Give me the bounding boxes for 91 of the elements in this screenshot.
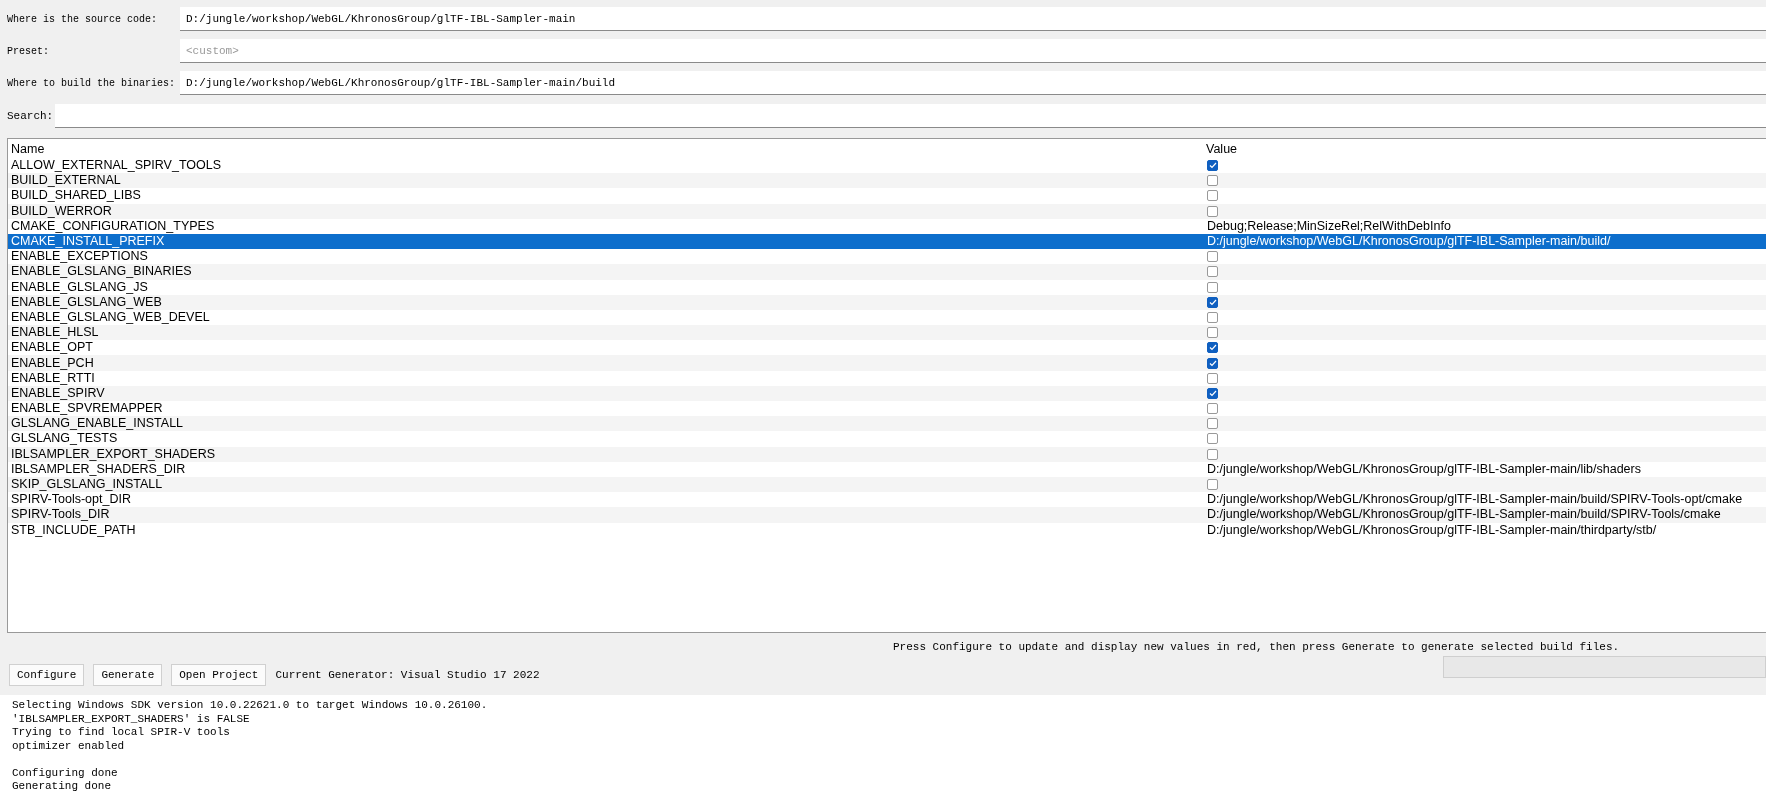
table-row[interactable]: IBLSAMPLER_SHADERS_DIR D:/jungle/workshop/WebGL/KhronosGroup/glTF-IBL-Sampler-main/lib/shaders [8,461,1766,477]
path-field[interactable]: D:/jungle/workshop/WebGL/KhronosGroup/glTF-IBL-Sampler-main [180,7,1766,31]
table-row[interactable]: SPIRV-Tools_DIR D:/jungle/workshop/WebGL/KhronosGroup/glTF-IBL-Sampler-main/build/SPIRV-Tools/cmake [8,507,1766,523]
checkbox[interactable] [1207,433,1218,445]
checkbox[interactable] [1207,448,1218,460]
checkbox[interactable] [1207,281,1218,293]
action-button[interactable]: Open Project [171,664,267,686]
table-cell-text: CMAKE_INSTALL_PREFIX [10,234,166,250]
table-cell-text: D:/jungle/workshop/WebGL/KhronosGroup/glTF-IBL-Sampler-main/build/SPIRV-Tools-opt/cmake [1206,492,1744,508]
table-cell-text: D:/jungle/workshop/WebGL/KhronosGroup/glTF-IBL-Sampler-main/build/SPIRV-Tools/cmake [1206,507,1722,523]
checkbox[interactable] [1207,205,1218,217]
table-cell-text: D:/jungle/workshop/WebGL/KhronosGroup/glTF-IBL-Sampler-main/thirdparty/stb/ [1206,522,1658,538]
table-cell-text: ALLOW_EXTERNAL_SPIRV_TOOLS [10,158,223,174]
column-header[interactable]: Name [8,142,1203,156]
table-row[interactable]: ENABLE_GLSLANG_JS [8,279,1766,295]
table-row[interactable]: ENABLE_SPIRV [8,385,1766,401]
table-row[interactable]: SKIP_GLSLANG_INSTALL [8,476,1766,493]
table-cell-text: ENABLE_GLSLANG_JS [10,279,149,295]
checkbox[interactable] [1207,296,1218,308]
table-row[interactable]: ENABLE_OPT [8,340,1766,356]
checkbox[interactable] [1207,372,1218,384]
table-cell-text: ENABLE_SPIRV [10,385,106,401]
table-cell-text: BUILD_EXTERNAL [10,173,122,189]
table-cell-text: ENABLE_SPVREMAPPER [10,401,164,417]
table-cell-text: D:/jungle/workshop/WebGL/KhronosGroup/glTF-IBL-Sampler-main/build/ [1206,234,1612,250]
table-row[interactable]: BUILD_SHARED_LIBS [8,188,1766,204]
table-row[interactable]: ENABLE_RTTI [8,370,1766,386]
table-row[interactable]: ALLOW_EXTERNAL_SPIRV_TOOLS [8,158,1766,174]
checkbox[interactable] [1207,357,1218,369]
path-field[interactable]: <custom> [180,39,1766,63]
generator-label: Current Generator: Visual Studio 17 2022 [275,669,540,681]
checkbox[interactable] [1207,327,1218,339]
column-header[interactable]: Value [1203,142,1766,156]
checkbox[interactable] [1207,160,1218,172]
table-row[interactable]: IBLSAMPLER_EXPORT_SHADERS [8,446,1766,462]
table-cell-text: SPIRV-Tools_DIR [10,507,111,523]
checkbox[interactable] [1207,266,1218,278]
table-cell-text: IBLSAMPLER_EXPORT_SHADERS [10,446,216,462]
table-cell-text: GLSLANG_TESTS [10,431,119,447]
table-row[interactable]: ENABLE_SPVREMAPPER [8,401,1766,417]
table-row[interactable]: BUILD_EXTERNAL [8,173,1766,189]
table-row[interactable]: GLSLANG_TESTS [8,431,1766,447]
field-label: Preset: [6,45,50,57]
hint-text: Press Configure to update and display new values in red, then press Generate to generate selected build files. [893,640,1620,653]
checkbox[interactable] [1207,251,1218,263]
action-button[interactable]: Configure [9,664,85,686]
checkbox[interactable] [1207,403,1218,415]
table-row[interactable]: GLSLANG_ENABLE_INSTALL [8,416,1766,432]
checkbox[interactable] [1207,418,1218,430]
table-cell-text: ENABLE_GLSLANG_BINARIES [10,264,193,280]
table-row[interactable]: ENABLE_GLSLANG_BINARIES [8,264,1766,280]
search-field[interactable] [55,104,1766,128]
table-cell-text: STB_INCLUDE_PATH [10,522,137,538]
table-cell-text: SPIRV-Tools-opt_DIR [10,492,132,508]
field-label: Where is the source code: [6,13,159,25]
table-row[interactable]: BUILD_WERROR [8,203,1766,219]
table-cell-text: ENABLE_OPT [10,340,94,356]
table-row[interactable]: CMAKE_INSTALL_PREFIX D:/jungle/workshop/WebGL/KhronosGroup/glTF-IBL-Sampler-main/build/ [8,233,1766,250]
table-cell-text: CMAKE_CONFIGURATION_TYPES [10,218,216,234]
table-cell-text: D:/jungle/workshop/WebGL/KhronosGroup/glTF-IBL-Sampler-main/lib/shaders [1206,461,1642,477]
table-cell-text: BUILD_WERROR [10,203,113,219]
table-row[interactable]: ENABLE_EXCEPTIONS [8,249,1766,265]
table-row[interactable]: STB_INCLUDE_PATH D:/jungle/workshop/WebGL/KhronosGroup/glTF-IBL-Sampler-main/thirdparty/stb/ [8,522,1766,538]
table-cell-text: ENABLE_RTTI [10,370,96,386]
table-cell-text: GLSLANG_ENABLE_INSTALL [10,416,185,432]
checkbox[interactable] [1207,175,1218,187]
table-row[interactable]: ENABLE_PCH [8,355,1766,371]
table-row[interactable]: ENABLE_HLSL [8,325,1766,341]
checkbox[interactable] [1207,311,1218,323]
checkbox[interactable] [1207,387,1218,399]
table-cell-text: ENABLE_HLSL [10,325,100,341]
field-label: Where to build the binaries: [6,77,177,89]
action-button[interactable]: Generate [93,664,163,686]
checkbox[interactable] [1207,190,1218,202]
checkbox[interactable] [1207,479,1218,491]
search-label: Search: [6,110,55,122]
table-row[interactable]: ENABLE_GLSLANG_WEB [8,294,1766,310]
table-cell-text: ENABLE_GLSLANG_WEB_DEVEL [10,309,211,325]
path-field[interactable]: D:/jungle/workshop/WebGL/KhronosGroup/glTF-IBL-Sampler-main/build [180,71,1766,95]
table-cell-text: Debug;Release;MinSizeRel;RelWithDebInfo [1206,218,1452,234]
table-cell-text: BUILD_SHARED_LIBS [10,188,142,204]
table-row[interactable]: CMAKE_CONFIGURATION_TYPES Debug;Release;MinSizeRel;RelWithDebInfo [8,218,1766,234]
table-cell-text: IBLSAMPLER_SHADERS_DIR [10,461,187,477]
output-log: Selecting Windows SDK version 10.0.22621.0 to target Windows 10.0.26100. 'IBLSAMPLER_EXPORT_SHADERS' is FALSE Trying to find local SPIR-V tools optimizer enabled Configuring done Generating done [0,695,1766,802]
table-cell-text: ENABLE_GLSLANG_WEB [10,294,163,310]
table-row[interactable]: SPIRV-Tools-opt_DIR D:/jungle/workshop/WebGL/KhronosGroup/glTF-IBL-Sampler-main/build/SPIRV-Tools-opt/cmake [8,492,1766,508]
table-cell-text: ENABLE_EXCEPTIONS [10,249,149,265]
checkbox[interactable] [1207,342,1218,354]
table-cell-text: SKIP_GLSLANG_INSTALL [10,477,164,493]
table-cell-text: ENABLE_PCH [10,355,95,371]
table-row[interactable]: ENABLE_GLSLANG_WEB_DEVEL [8,309,1766,326]
